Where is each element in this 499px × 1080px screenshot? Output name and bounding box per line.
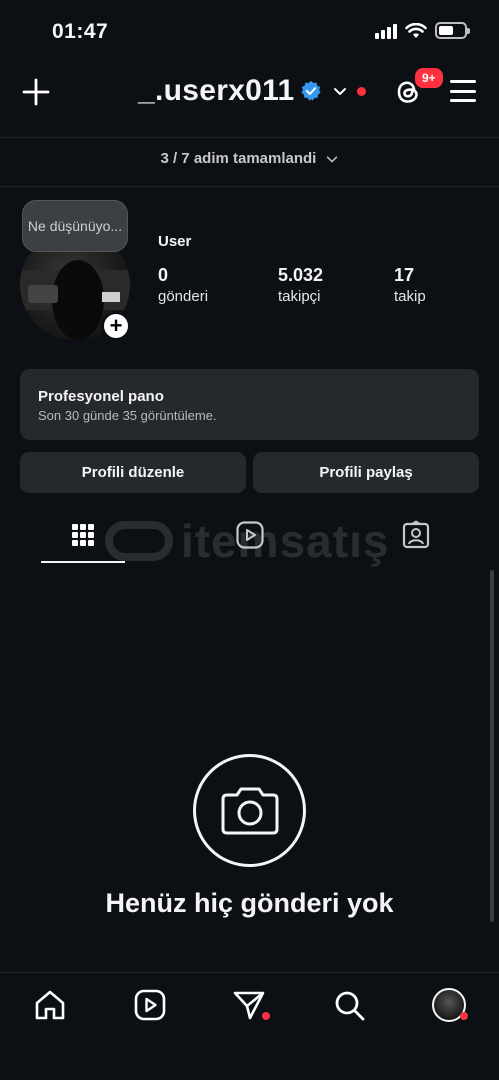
notification-badge: 9+ — [413, 66, 445, 90]
dashboard-subtitle: Son 30 günde 35 görüntüleme. — [38, 408, 217, 423]
direct-messages-icon[interactable] — [232, 988, 266, 1022]
chevron-down-icon — [326, 156, 337, 163]
hamburger-menu-icon[interactable] — [450, 80, 476, 102]
watermark-text: itemsatış — [181, 515, 390, 567]
tagged-icon[interactable] — [401, 520, 431, 550]
empty-state-text: Henüz hiç gönderi yok — [105, 888, 394, 918]
display-name: User — [158, 233, 192, 250]
grid-icon[interactable] — [68, 520, 98, 550]
username: _.userx011 — [138, 74, 295, 107]
wifi-icon — [405, 22, 427, 38]
stat-label: takip — [394, 288, 426, 305]
onboarding-progress[interactable]: 3 / 7 adim tamamlandi — [0, 150, 499, 167]
home-icon[interactable] — [33, 988, 67, 1022]
stat-posts[interactable]: 0 gönderi — [158, 265, 208, 305]
reels-icon[interactable] — [235, 520, 265, 550]
messages-notification-dot — [262, 1012, 270, 1020]
notification-dot — [357, 86, 367, 96]
dashboard-title: Profesyonel pano — [38, 388, 164, 405]
chevron-down-icon — [334, 88, 347, 95]
stat-label: takipçi — [278, 288, 321, 305]
stat-value: 0 — [158, 265, 169, 285]
progress-count: 3 / 7 — [160, 150, 190, 167]
professional-dashboard[interactable]: Profesyonel pano Son 30 günde 35 görüntü… — [20, 369, 479, 440]
header-divider — [0, 137, 499, 138]
progress-divider — [0, 186, 499, 187]
search-icon[interactable] — [332, 988, 366, 1022]
progress-label: adim tamamlandi — [193, 150, 317, 167]
create-icon[interactable] — [22, 78, 50, 106]
account-switcher[interactable]: _.userx011 — [138, 74, 367, 108]
camera-icon — [221, 787, 278, 834]
reels-nav-icon[interactable] — [133, 988, 167, 1022]
stat-value: 17 — [394, 265, 415, 285]
empty-state-camera[interactable] — [193, 754, 306, 867]
edit-profile-button[interactable]: Profili düzenle — [20, 452, 246, 493]
share-profile-button[interactable]: Profili paylaş — [253, 452, 479, 493]
status-time: 01:47 — [52, 20, 109, 43]
watermark-logo-icon — [105, 521, 173, 561]
stat-label: gönderi — [158, 288, 209, 305]
stat-following[interactable]: 17 takip — [394, 265, 426, 305]
active-tab-indicator — [41, 561, 125, 563]
bottom-nav-divider — [0, 972, 499, 973]
stat-value: 5.032 — [278, 265, 324, 285]
scrollbar[interactable] — [490, 570, 494, 922]
status-icons — [375, 22, 470, 39]
stat-followers[interactable]: 5.032 takipçi — [278, 265, 323, 305]
battery-icon — [435, 22, 470, 39]
profile-notification-dot — [460, 1012, 468, 1020]
signal-icon — [375, 23, 397, 39]
add-story-button[interactable]: + — [101, 311, 131, 341]
note-bubble[interactable]: Ne düşünüyo... — [22, 200, 128, 252]
verified-badge-icon — [301, 80, 322, 101]
